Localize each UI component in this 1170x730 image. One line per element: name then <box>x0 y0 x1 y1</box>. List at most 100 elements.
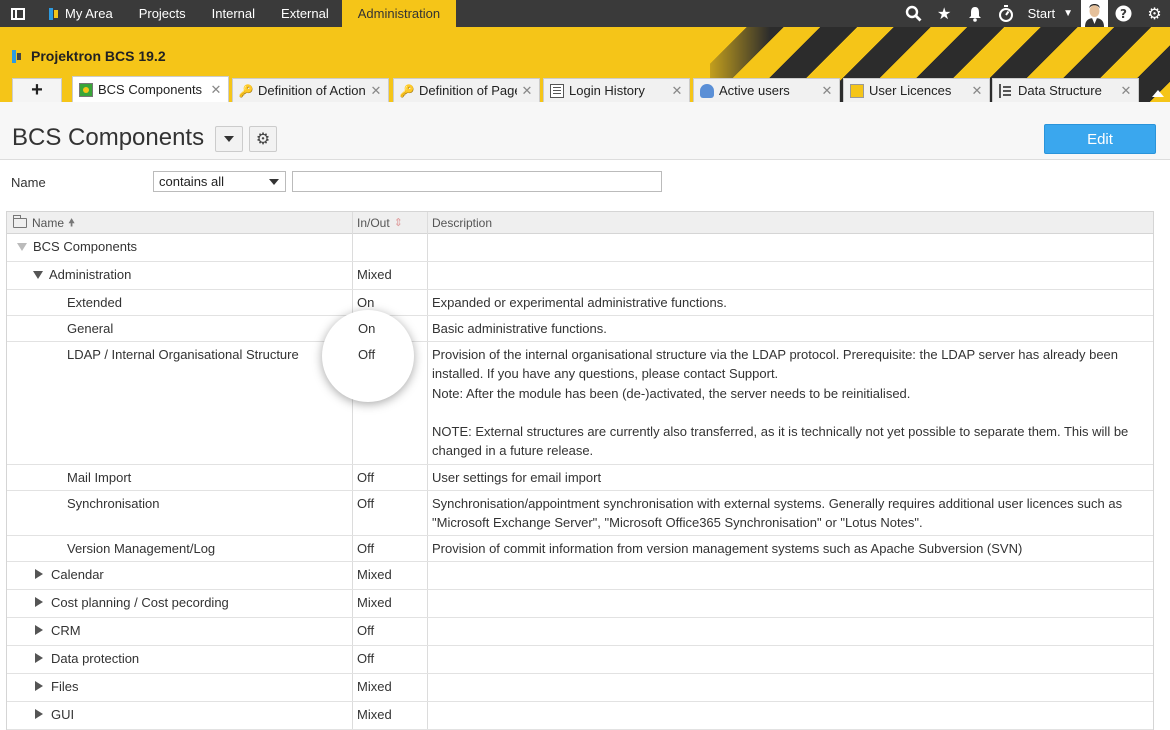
collapse-header-icon[interactable] <box>1152 90 1164 97</box>
gear-icon[interactable]: ⚙ <box>1139 0 1170 27</box>
magnified-value: Off <box>358 347 376 362</box>
table-row[interactable]: LDAP / Internal Organisational Structure… <box>7 342 1153 465</box>
bell-icon[interactable] <box>960 0 991 27</box>
header-description-label: Description <box>432 216 493 230</box>
row-inout: Off <box>357 496 375 511</box>
row-name: GUI <box>51 707 75 722</box>
user-icon <box>700 83 714 98</box>
table-row[interactable]: General On Basic administrative function… <box>7 316 1153 342</box>
folder-icon <box>13 215 27 228</box>
row-description: Expanded or experimental administrative … <box>432 295 727 310</box>
row-name: Files <box>51 679 79 694</box>
close-icon[interactable]: ✕ <box>370 83 382 99</box>
start-label: Start <box>1027 6 1056 21</box>
settings-button[interactable]: ⚙ <box>249 126 277 152</box>
description-line: Provision of the internal organisational… <box>432 347 1119 362</box>
table-row[interactable]: GUI Mixed <box>7 702 1153 730</box>
expand-toggle-icon[interactable] <box>35 569 43 579</box>
row-name: Cost planning / Cost pecording <box>51 595 229 610</box>
star-icon[interactable]: ★ <box>929 0 960 27</box>
close-icon[interactable]: ✕ <box>210 82 222 98</box>
expand-toggle-icon[interactable] <box>33 271 43 279</box>
tab-bcs-components[interactable]: BCS Components ✕ <box>72 76 229 102</box>
start-menu[interactable]: Start ▼ <box>1022 6 1081 21</box>
help-icon[interactable]: ? <box>1108 0 1139 27</box>
close-icon[interactable]: ✕ <box>521 83 533 99</box>
expand-toggle-icon[interactable] <box>35 597 43 607</box>
search-icon[interactable] <box>898 0 929 27</box>
nav-my-area[interactable]: My Area <box>36 0 126 27</box>
table-row[interactable]: Data protection Off <box>7 646 1153 674</box>
avatar[interactable] <box>1081 0 1108 27</box>
header-name[interactable]: Name 🠝 <box>13 212 75 234</box>
filter-name-label: Name <box>11 175 46 190</box>
tab-user-licences[interactable]: User Licences ✕ <box>843 78 990 102</box>
expand-toggle-icon[interactable] <box>35 681 43 691</box>
tab-definition-action[interactable]: 🔑 Definition of Action F ✕ <box>232 78 389 102</box>
nav-label: My Area <box>65 6 113 21</box>
key-icon: 🔑 <box>238 83 254 98</box>
row-description: User settings for email import <box>432 470 602 485</box>
header-description[interactable]: Description <box>432 212 492 234</box>
expand-toggle-icon[interactable] <box>17 243 27 251</box>
sort-asc-icon: 🠝 <box>68 217 76 229</box>
close-icon[interactable]: ✕ <box>1120 83 1132 99</box>
table-row[interactable]: BCS Components <box>7 234 1153 262</box>
table-header: Name 🠝 In/Out ⇕ Description <box>7 212 1153 234</box>
row-inout: Off <box>357 541 375 556</box>
row-inout: Mixed <box>357 567 392 582</box>
tab-data-structure[interactable]: Data Structure ✕ <box>992 78 1139 102</box>
nav-internal[interactable]: Internal <box>199 0 268 27</box>
edit-button[interactable]: Edit <box>1044 124 1156 154</box>
close-icon[interactable]: ✕ <box>671 83 683 99</box>
row-name: Mail Import <box>67 470 132 485</box>
tab-bar: + BCS Components ✕ 🔑 Definition of Actio… <box>0 76 1170 102</box>
stopwatch-icon[interactable] <box>991 0 1022 27</box>
header-name-label: Name <box>32 216 65 230</box>
close-icon[interactable]: ✕ <box>971 83 983 99</box>
row-description: Basic administrative functions. <box>432 321 607 336</box>
close-icon[interactable]: ✕ <box>821 83 833 99</box>
svg-text:?: ? <box>1120 7 1127 21</box>
table-row[interactable]: Mail Import Off User settings for email … <box>7 465 1153 491</box>
tab-label: Definition of Action F <box>258 83 366 98</box>
table-row[interactable]: Administration Mixed <box>7 262 1153 290</box>
add-tab-button[interactable]: + <box>12 78 62 102</box>
list-icon <box>550 83 564 98</box>
header-inout[interactable]: In/Out ⇕ <box>357 212 403 234</box>
title-dropdown-button[interactable] <box>215 126 243 152</box>
magnified-value: On <box>358 321 376 336</box>
tab-definition-page[interactable]: 🔑 Definition of Page D ✕ <box>393 78 540 102</box>
table-row[interactable]: Version Management/Log Off Provision of … <box>7 536 1153 562</box>
nav-projects[interactable]: Projects <box>126 0 199 27</box>
nav-external[interactable]: External <box>268 0 342 27</box>
filter-name-input[interactable] <box>292 171 662 192</box>
tab-active-users[interactable]: Active users ✕ <box>693 78 840 102</box>
chevron-down-icon <box>269 179 279 185</box>
components-icon <box>79 82 93 97</box>
description-line: NOTE: External structures are currently … <box>432 423 1129 439</box>
table-row[interactable]: Synchronisation Off Synchronisation/appo… <box>7 491 1153 536</box>
row-name: CRM <box>51 623 81 638</box>
tab-label: Data Structure <box>1018 83 1102 98</box>
expand-toggle-icon[interactable] <box>35 625 43 635</box>
table-row[interactable]: Cost planning / Cost pecording Mixed <box>7 590 1153 618</box>
panel-toggle-icon[interactable] <box>0 0 36 27</box>
key-icon: 🔑 <box>399 83 415 98</box>
chevron-down-icon: ▼ <box>1063 8 1073 19</box>
table-row[interactable]: CRM Off <box>7 618 1153 646</box>
row-description: Provision of commit information from ver… <box>432 541 1023 556</box>
components-table: Name 🠝 In/Out ⇕ Description BCS Componen… <box>6 211 1154 730</box>
table-row[interactable]: Files Mixed <box>7 674 1153 702</box>
tab-login-history[interactable]: Login History ✕ <box>543 78 690 102</box>
row-inout: Mixed <box>357 595 392 610</box>
row-name: Calendar <box>51 567 104 582</box>
nav-administration[interactable]: Administration <box>341 0 457 27</box>
expand-toggle-icon[interactable] <box>35 653 43 663</box>
table-row[interactable]: Extended On Expanded or experimental adm… <box>7 290 1153 316</box>
row-inout: Mixed <box>357 707 392 722</box>
expand-toggle-icon[interactable] <box>35 709 43 719</box>
table-row[interactable]: Calendar Mixed <box>7 562 1153 590</box>
description-line: Note: After the module has been (de-)act… <box>432 385 911 401</box>
filter-operator-select[interactable]: contains all <box>153 171 286 192</box>
